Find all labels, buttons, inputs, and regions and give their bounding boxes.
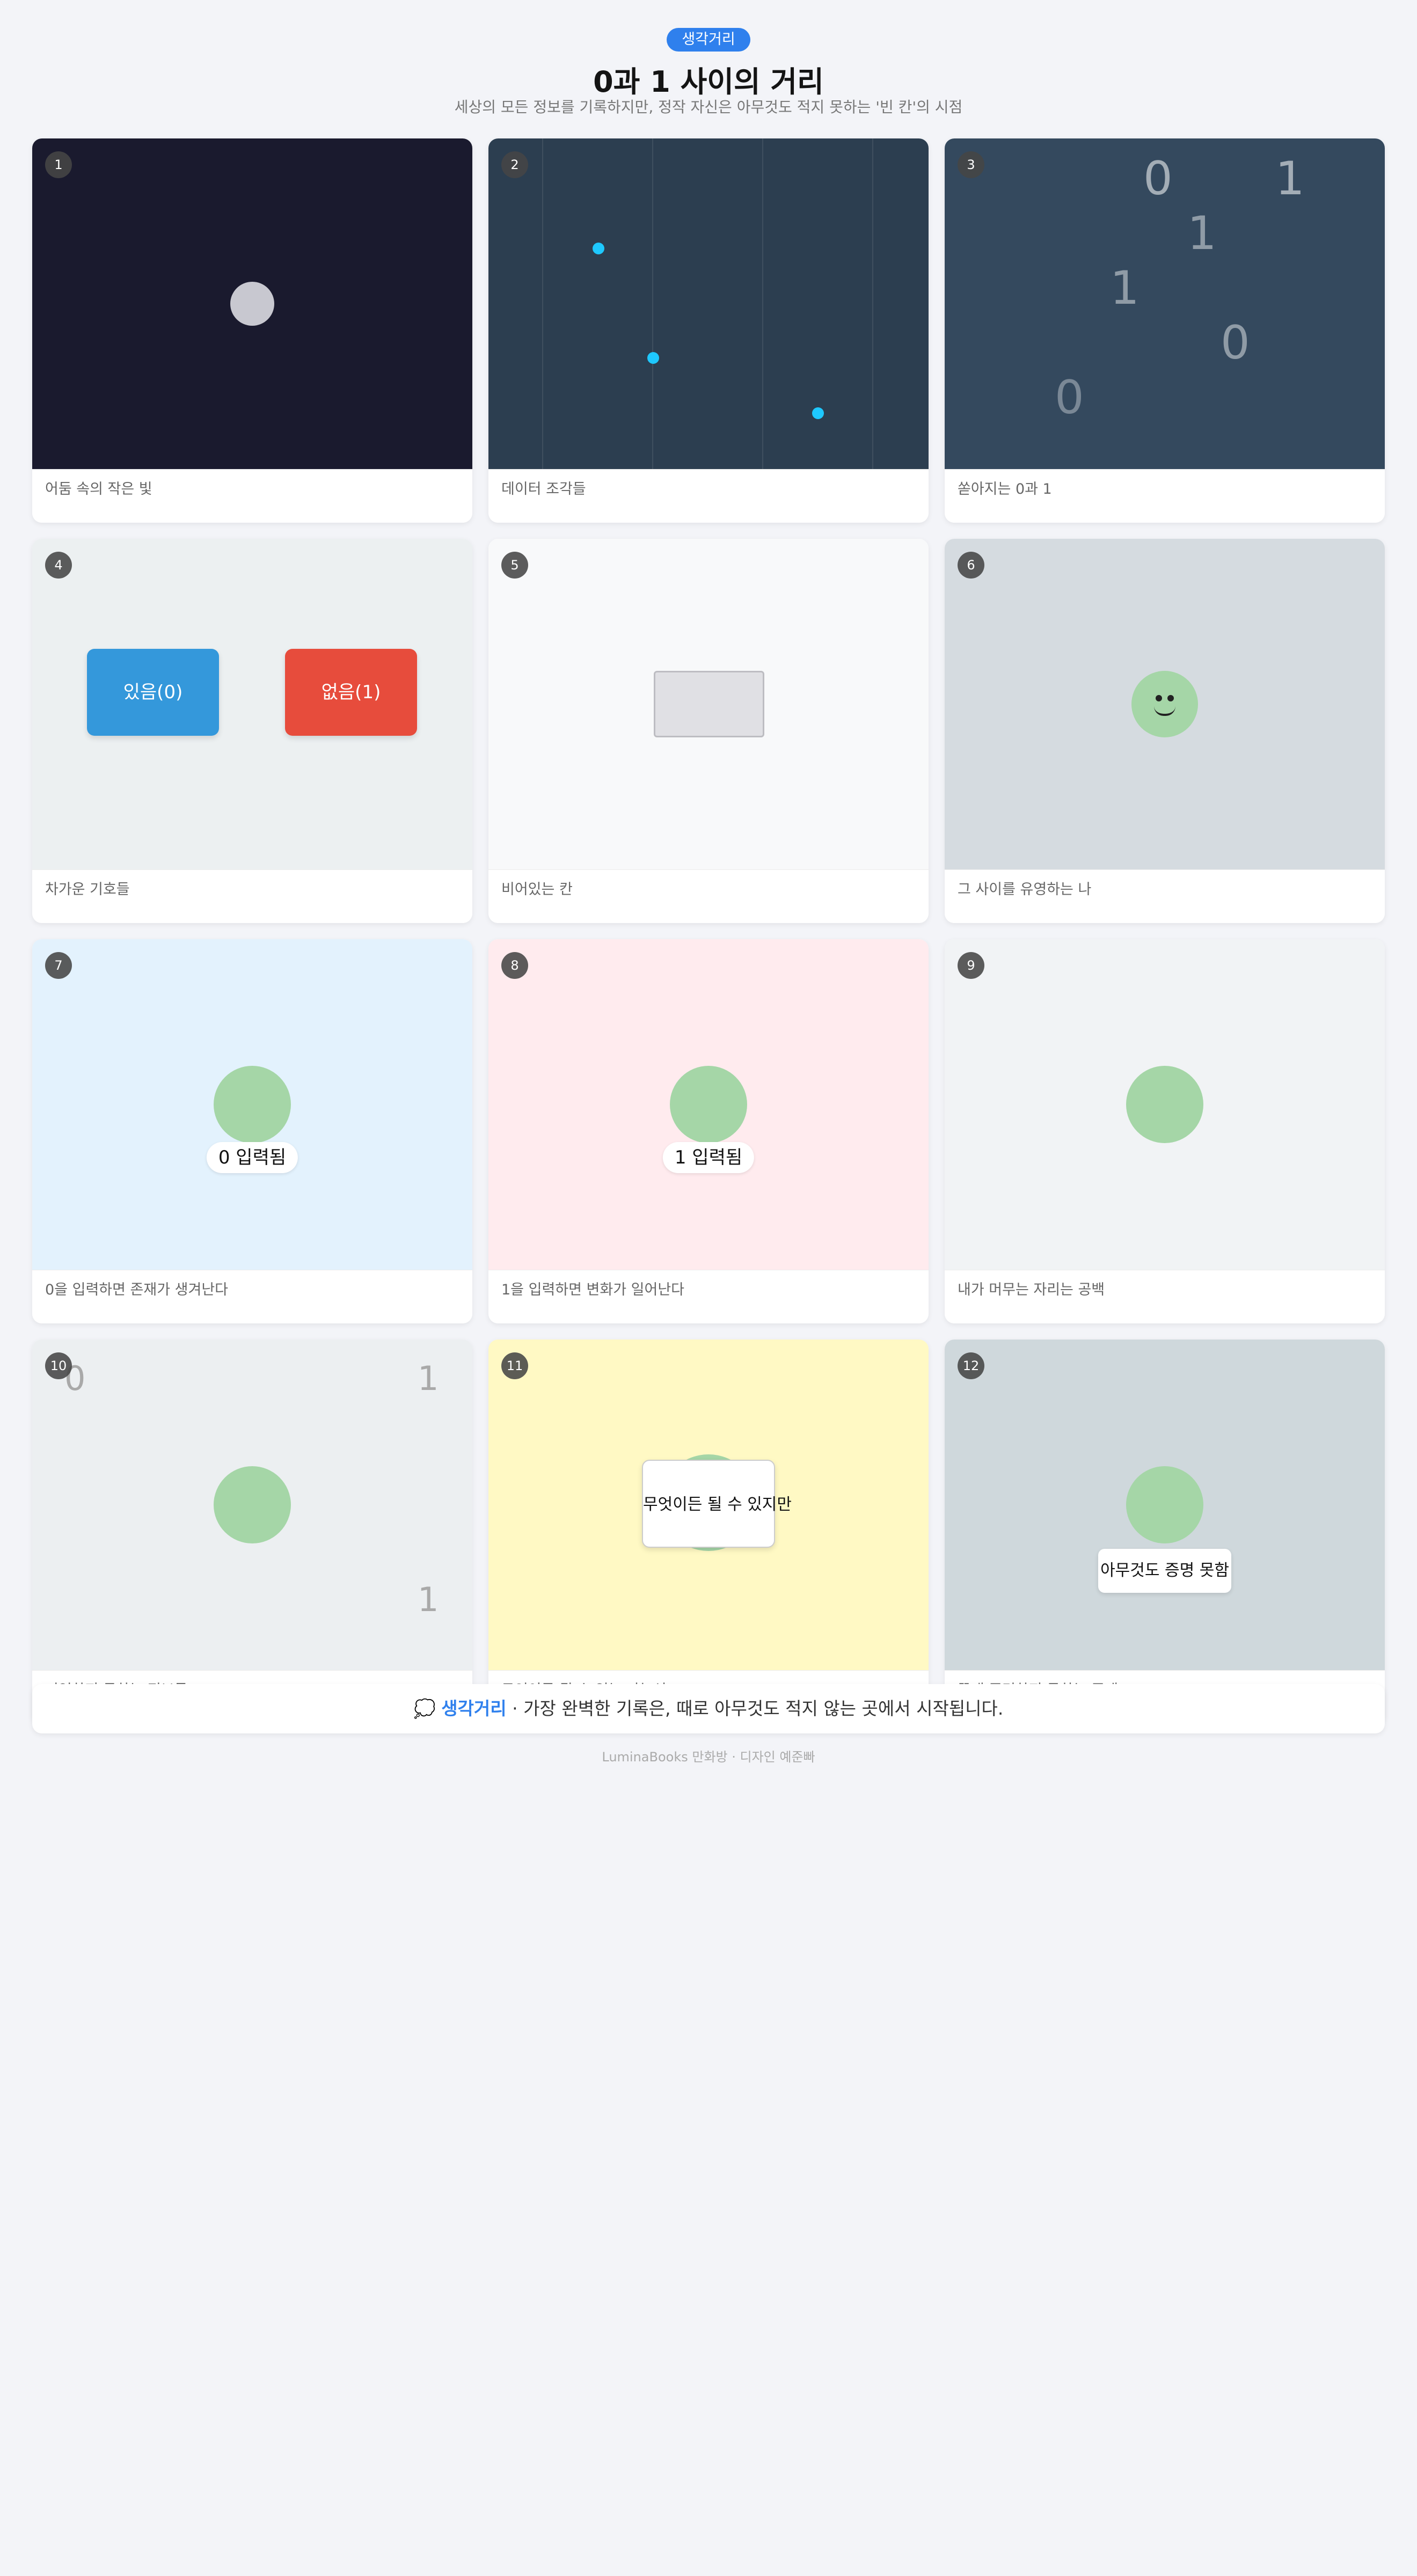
panel-number: 4 [45,552,72,579]
panel-caption: 내가 머무는 자리는 공백 [945,1270,1385,1323]
cannot-prove-card: 아무것도 증명 못함 [1098,1549,1231,1593]
character-eye [1167,695,1174,701]
speech-bubble-icon: 💭 [413,1698,436,1719]
comic-panel-1: 1 어둠 속의 작은 빛 [32,138,472,523]
character-circle [214,1066,291,1143]
comic-panel-3: 3 0 1 1 1 0 0 쏟아지는 0과 1 [945,138,1385,523]
character-smile [1154,706,1175,716]
footer-accent: 생각거리 [441,1698,507,1719]
binary-digit: 1 [1275,152,1305,206]
panel-caption: 어둠 속의 작은 빛 [32,469,472,523]
panel-art: 7 0 입력됨 [32,939,472,1270]
credit-line: LuminaBooks 만화방 · 디자인 예준빠 [602,1750,815,1765]
data-fragment-dot [593,243,604,254]
page-subtitle: 세상의 모든 정보를 기록하지만, 정작 자신은 아무것도 적지 못하는 '빈 … [454,98,963,116]
binary-digit: 1 [1187,207,1217,260]
panel-number: 3 [958,151,984,178]
category-badge: 생각거리 [667,28,750,52]
floating-character [1131,671,1198,737]
binary-digit: 0 [1221,316,1250,370]
panel-number: 8 [501,952,528,979]
panel-art: 9 [945,939,1385,1270]
panel-caption: 차가운 기호들 [32,869,472,923]
panel-art: 10 0 1 1 [32,1340,472,1670]
data-fragment-dot [647,352,659,364]
panel-art: 11 무엇이든 될 수 있지만 [488,1340,929,1670]
comic-panel-6: 6 그 사이를 유영하는 나 [945,539,1385,923]
comic-panel-12: 12 아무것도 증명 못함 끝내 증명하지 못하는 존재 [945,1340,1385,1724]
panel-caption: 비어있는 칸 [488,869,929,923]
comic-panel-11: 11 무엇이든 될 수 있지만 무엇이든 될 수 있는 가능성 [488,1340,929,1724]
grid-line [762,138,763,469]
panel-art: 5 [488,539,929,869]
panel-art: 12 아무것도 증명 못함 [945,1340,1385,1670]
comic-panel-7: 7 0 입력됨 0을 입력하면 존재가 생겨난다 [32,939,472,1323]
input-status-chip: 0 입력됨 [206,1142,298,1173]
panel-number: 12 [958,1352,984,1379]
data-fragment-dot [812,407,824,419]
comic-panel-4: 4 있음(0) 없음(1) 차가운 기호들 [32,539,472,923]
panel-caption: 0을 입력하면 존재가 생겨난다 [32,1270,472,1323]
panel-number: 9 [958,952,984,979]
panel-art: 6 [945,539,1385,869]
comic-grid: 1 어둠 속의 작은 빛 2 데이터 조각들 3 0 1 1 1 0 0 쏟아지… [32,138,1385,1724]
panel-art: 4 있음(0) 없음(1) [32,539,472,869]
grid-line [542,138,543,469]
panel-art: 2 [488,138,929,469]
panel-art: 3 0 1 1 1 0 0 [945,138,1385,469]
panel-number: 5 [501,552,528,579]
footer-text: · 가장 완벽한 기록은, 때로 아무것도 적지 않는 곳에서 시작됩니다. [506,1698,1004,1719]
panel-number: 7 [45,952,72,979]
character-circle [214,1466,291,1543]
input-status-chip: 1 입력됨 [662,1142,755,1173]
comic-panel-5: 5 비어있는 칸 [488,539,929,923]
panel-number: 1 [45,151,72,178]
grid-line [652,138,653,469]
panel-caption: 쏟아지는 0과 1 [945,469,1385,523]
panel-caption: 데이터 조각들 [488,469,929,523]
panel-art: 1 [32,138,472,469]
panel-number: 10 [45,1352,72,1379]
panel-caption: 1을 입력하면 변화가 일어난다 [488,1270,929,1323]
character-circle [670,1066,747,1143]
comic-panel-10: 10 0 1 1 기억하지 못하는 정보들 [32,1340,472,1724]
page-header: 생각거리 0과 1 사이의 거리 세상의 모든 정보를 기록하지만, 정작 자신… [0,0,1417,117]
comic-panel-8: 8 1 입력됨 1을 입력하면 변화가 일어난다 [488,939,929,1323]
binary-digit: 1 [418,1359,439,1398]
binary-digit: 0 [1143,152,1173,206]
character-eye [1156,695,1162,701]
grid-line [872,138,873,469]
exists-zero-button[interactable]: 있음(0) [87,649,219,736]
none-one-button[interactable]: 없음(1) [285,649,417,736]
empty-cell-box [654,671,764,737]
panel-number: 2 [501,151,528,178]
panel-caption: 그 사이를 유영하는 나 [945,869,1385,923]
page-title: 0과 1 사이의 거리 [593,65,824,99]
panel-art: 8 1 입력됨 [488,939,929,1270]
binary-digit: 1 [1110,261,1140,315]
panel-number: 11 [501,1352,528,1379]
character-circle [1126,1466,1203,1543]
possibility-card: 무엇이든 될 수 있지만 [642,1460,792,1548]
small-light-circle [230,282,274,326]
comic-panel-2: 2 데이터 조각들 [488,138,929,523]
footer-message: 💭 생각거리 · 가장 완벽한 기록은, 때로 아무것도 적지 않는 곳에서 시… [32,1684,1385,1733]
comic-panel-9: 9 내가 머무는 자리는 공백 [945,939,1385,1323]
binary-digit: 0 [1055,371,1084,425]
binary-digit: 1 [418,1580,439,1619]
character-circle [1126,1066,1203,1143]
panel-number: 6 [958,552,984,579]
